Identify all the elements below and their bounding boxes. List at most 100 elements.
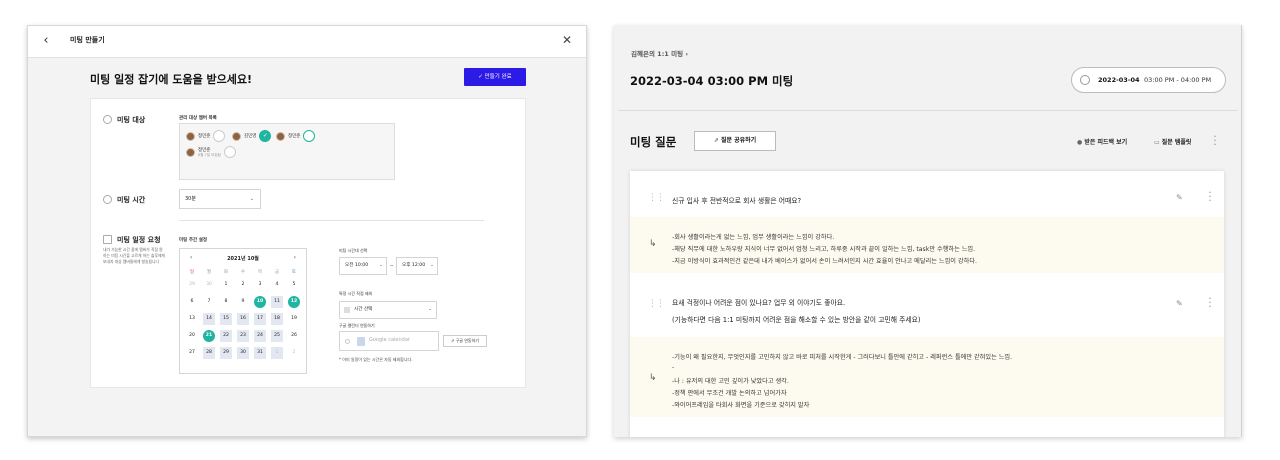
member-toggle[interactable]	[223, 146, 236, 158]
questions-panel: ⋮⋮ 신규 입사 후 전반적으로 회사 생활은 어때요? ✎ · · · ↳ -회사…	[630, 171, 1224, 437]
back-icon[interactable]: ‹	[38, 33, 54, 49]
calendar-day[interactable]: 15	[220, 313, 232, 325]
calendar-day[interactable]: 1	[220, 279, 232, 291]
chevron-down-icon: ⌄	[430, 263, 434, 268]
calendar-day[interactable]: 2	[288, 347, 300, 359]
calendar-day[interactable]: 2	[237, 279, 249, 291]
answer-line: -정책 판에서 무조건 개발 논의하고 넘어가자	[672, 390, 787, 397]
answer-line: -	[672, 364, 675, 371]
calendar-day[interactable]: 7	[203, 296, 215, 308]
weekday-label: 토	[291, 270, 297, 275]
calendar-day[interactable]: 12	[288, 296, 300, 308]
calendar-day[interactable]: 4	[271, 279, 283, 291]
share-icon: ⇗	[713, 137, 721, 144]
template-link[interactable]: ▭ 질문 템플릿	[1154, 137, 1191, 146]
close-icon[interactable]: ✕	[562, 33, 572, 47]
drag-handle-icon[interactable]: ⋮⋮	[648, 299, 665, 309]
calendar-day[interactable]: 16	[237, 313, 249, 325]
calendar-day[interactable]: 9	[237, 296, 249, 308]
share-questions-button[interactable]: ⇗ 질문 공유하기	[694, 131, 776, 151]
calendar-day[interactable]: 20	[186, 330, 198, 342]
calendar-day[interactable]: 31	[254, 347, 266, 359]
calendar-day[interactable]: 19	[288, 313, 300, 325]
share-button-label: 질문 공유하기	[720, 137, 757, 144]
calendar-day[interactable]: 1	[271, 347, 283, 359]
breadcrumb[interactable]: 김혜은의 1:1 미팅 ›	[631, 48, 688, 58]
gcal-button-label: 구글 연동하기	[455, 338, 479, 343]
duration-value: 30분	[185, 196, 196, 202]
request-description: 내가 가능한 시간 중에 멤버가 직접 원하는 미팅 시간을 고르게 하는 솔루…	[103, 247, 165, 264]
members-list-label: 관리 대상 멤버 목록	[179, 116, 217, 121]
target-label: 미팅 대상	[117, 116, 146, 124]
calendar-day[interactable]: 24	[254, 330, 266, 342]
member-item[interactable]: 김민영 ✓	[232, 130, 272, 142]
calendar-day[interactable]: 8	[220, 296, 232, 308]
more-icon[interactable]: · · ·	[1207, 293, 1213, 312]
calendar-day[interactable]: 10	[254, 296, 266, 308]
calendar-day[interactable]: 25	[271, 330, 283, 342]
calendar-day[interactable]: 13	[186, 313, 198, 325]
calendar-day[interactable]: 29	[220, 347, 232, 359]
more-icon[interactable]: · · ·	[1212, 131, 1218, 150]
time-label: 미팅 시간	[117, 196, 146, 204]
answer-line: -회사 생활이라는게 없는 느낌, 업무 생활이라는 느낌이 강하다.	[672, 234, 835, 241]
duration-select[interactable]: 30분 ⌄	[179, 189, 261, 209]
next-month-icon[interactable]: ›	[294, 254, 296, 261]
feedback-link-label: 받은 피드백 보기	[1084, 139, 1128, 146]
calendar-day[interactable]: 17	[254, 313, 266, 325]
meeting-time: 03:00 PM - 04:00 PM	[1144, 76, 1212, 84]
range-start-value: 오전 10:00	[345, 263, 369, 268]
feedback-link[interactable]: ● 받은 피드백 보기	[1077, 137, 1127, 146]
drag-handle-icon[interactable]: ⋮⋮	[648, 193, 665, 203]
member-toggle[interactable]	[213, 130, 226, 142]
answer-line: -지금 이방식이 효과적인건 같은데 내가 베이스가 없어서 손이 느려서인지 …	[672, 258, 977, 265]
google-calendar-icon	[357, 337, 365, 346]
member-name: 정민준	[198, 147, 211, 153]
clock-icon	[1080, 75, 1090, 85]
calendar-day[interactable]: 30	[203, 279, 215, 291]
calendar-day[interactable]: 3	[254, 279, 266, 291]
range-end-select[interactable]: 오후 12:00 ⌄	[396, 257, 438, 275]
gcal-input[interactable]: Google calendar	[339, 331, 439, 351]
member-toggle[interactable]	[303, 130, 316, 142]
divider	[179, 220, 484, 221]
weekday-label: 월	[206, 270, 212, 275]
range-start-select[interactable]: 오전 10:00 ⌄	[339, 257, 387, 275]
calendar-day[interactable]: 27	[186, 347, 198, 359]
gcal-placeholder: Google calendar	[369, 337, 410, 343]
meeting-datetime-pill[interactable]: 2022-03-04 03:00 PM - 04:00 PM	[1071, 67, 1226, 93]
calendar-day[interactable]: 29	[186, 279, 198, 291]
member-name-block: 정민준 6월 7일 모집됨	[198, 147, 221, 158]
calendar-day[interactable]: 28	[203, 347, 215, 359]
calendar-day[interactable]: 21	[203, 330, 215, 342]
member-item[interactable]: 정민준 6월 7일 모집됨	[186, 146, 236, 158]
more-icon[interactable]: · · ·	[1207, 187, 1213, 206]
calendar-small-icon	[344, 307, 350, 313]
member-item[interactable]: 정민준	[276, 130, 316, 142]
exclude-time-select[interactable]: 시간 선택 ⌄	[339, 301, 437, 319]
meeting-form-card: 미팅 대상 관리 대상 멤버 목록 정민준 김민영 ✓ 정민준 정민준 6월 7…	[90, 98, 526, 388]
calendar-day[interactable]: 5	[288, 279, 300, 291]
gcal-connect-button[interactable]: ⇗ 구글 연동하기	[443, 335, 487, 347]
question-subtext: (기능하다면 다음 1:1 미팅까지 어려운 점을 해소할 수 있는 방안을 같…	[672, 316, 921, 324]
calendar-day[interactable]: 22	[220, 330, 232, 342]
period-label: 미팅 주간 설정	[179, 238, 207, 243]
calendar-day[interactable]: 14	[203, 313, 215, 325]
calendar-day[interactable]: 11	[271, 296, 283, 308]
calendar-day[interactable]: 6	[186, 296, 198, 308]
edit-icon[interactable]: ✎	[1176, 299, 1186, 309]
calendar-day[interactable]: 26	[288, 330, 300, 342]
create-done-button[interactable]: ✓ 만들기 완료	[464, 68, 526, 86]
calendar-day[interactable]: 30	[237, 347, 249, 359]
edit-icon[interactable]: ✎	[1176, 193, 1186, 203]
range-end-value: 오후 12:00	[402, 263, 426, 268]
avatar	[276, 131, 285, 141]
member-toggle-checked[interactable]: ✓	[259, 130, 272, 142]
member-name: 정민준	[198, 134, 211, 139]
calendar-day[interactable]: 23	[237, 330, 249, 342]
avatar	[186, 147, 195, 157]
answer-line: -기능이 왜 필요한지, 무엇인지를 고민하지 않고 바로 피처를 시작한게 -…	[672, 354, 1013, 361]
member-item[interactable]: 정민준	[186, 130, 226, 142]
calendar-day[interactable]: 18	[271, 313, 283, 325]
template-icon: ▭	[1154, 139, 1162, 146]
